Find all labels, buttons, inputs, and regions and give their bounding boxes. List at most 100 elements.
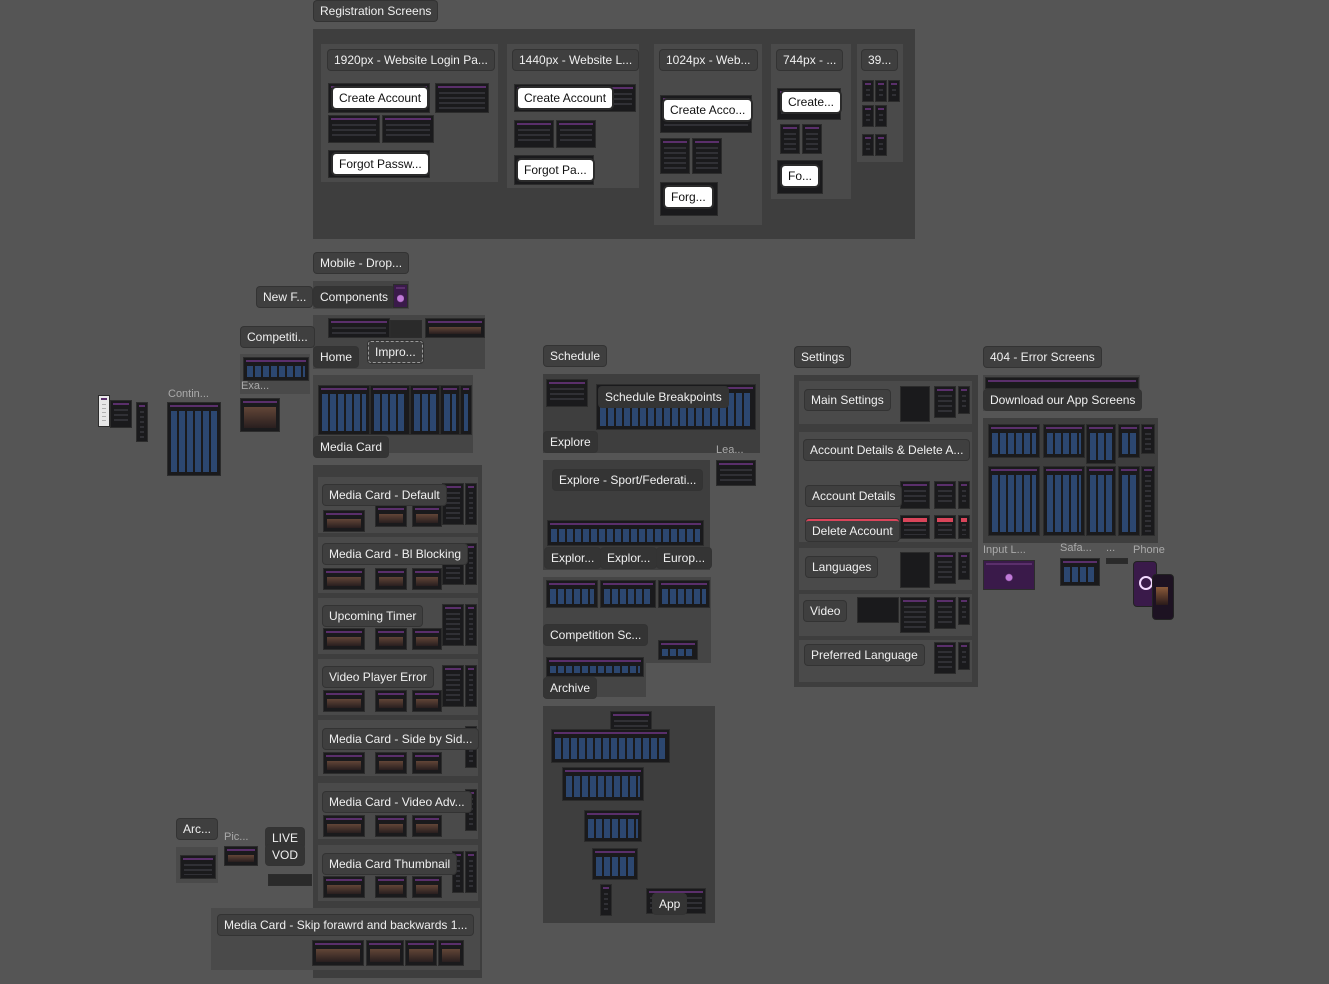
frame-title-744[interactable]: 744px - ... — [777, 50, 843, 70]
video-player-error-label[interactable]: Video Player Error — [323, 667, 433, 687]
download-app-label[interactable]: Download our App Screens — [984, 390, 1142, 410]
thumb — [1086, 424, 1116, 464]
thumb — [934, 597, 956, 629]
thumb — [660, 138, 690, 174]
frame-title-1920[interactable]: 1920px - Website Login Pa... — [328, 50, 494, 70]
thumb — [328, 318, 390, 338]
video-label[interactable]: Video — [804, 601, 847, 621]
create-account-button[interactable]: Create... — [782, 92, 841, 112]
thumb — [1141, 424, 1155, 454]
thumb — [465, 851, 477, 893]
section-title-schedule[interactable]: Schedule — [544, 346, 607, 366]
frame-title-1440[interactable]: 1440px - Website L... — [513, 50, 639, 70]
thumb — [375, 568, 407, 590]
thumb — [988, 424, 1040, 458]
section-title-components[interactable]: Components — [314, 287, 395, 307]
thumb — [934, 386, 956, 418]
thumb — [460, 385, 472, 435]
main-settings-label[interactable]: Main Settings — [805, 390, 890, 410]
forgot-password-button[interactable]: Forgot Passw... — [333, 154, 428, 174]
label-input: Input L... — [983, 544, 1026, 556]
thumb — [465, 604, 477, 646]
thumb — [1043, 424, 1085, 458]
label-lea: Lea... — [716, 444, 744, 456]
frame-title-1024[interactable]: 1024px - Web... — [660, 50, 757, 70]
section-title-mobile-drop[interactable]: Mobile - Drop... — [314, 253, 409, 273]
section-title-home[interactable]: Home — [314, 347, 359, 367]
account-details-label[interactable]: Account Details — [806, 486, 902, 506]
thumb — [958, 386, 970, 414]
thumb — [390, 320, 422, 338]
section-title-media-card[interactable]: Media Card — [314, 437, 389, 457]
delete-account-label[interactable]: Delete Account — [806, 519, 899, 541]
thumb — [857, 597, 899, 623]
thumb — [435, 83, 489, 113]
create-account-button[interactable]: Create Account — [518, 88, 613, 108]
competition-schedule-label[interactable]: Competition Sc... — [544, 625, 648, 645]
app-label[interactable]: App — [653, 894, 687, 914]
thumb — [1118, 466, 1140, 536]
thumb — [658, 640, 698, 660]
explore-label-2[interactable]: Explor... — [601, 548, 657, 568]
preferred-language-label[interactable]: Preferred Language — [805, 645, 924, 665]
section-title-impro[interactable]: Impro... — [368, 341, 423, 363]
thumb — [546, 657, 644, 677]
explore-label[interactable]: Explore — [544, 432, 597, 452]
thumb — [440, 385, 460, 435]
thumb — [934, 642, 956, 674]
thumb — [556, 120, 596, 148]
thumb — [1043, 466, 1085, 536]
section-title-new-f[interactable]: New F... — [257, 287, 313, 307]
thumb — [370, 385, 410, 435]
thumb — [412, 690, 442, 712]
thumb — [780, 124, 800, 154]
thumb — [323, 510, 365, 532]
thumb — [382, 115, 434, 143]
create-account-button[interactable]: Create Acco... — [664, 100, 752, 120]
thumb — [546, 379, 588, 407]
section-title-errors[interactable]: 404 - Error Screens — [984, 347, 1101, 367]
create-account-button[interactable]: Create Account — [333, 88, 428, 108]
frame-title-390[interactable]: 39... — [862, 50, 898, 70]
media-card-default-label[interactable]: Media Card - Default — [323, 485, 446, 505]
thumb — [600, 580, 656, 608]
media-card-skip-label[interactable]: Media Card - Skip forawrd and backwards … — [218, 915, 474, 935]
thumb — [410, 385, 440, 435]
archive-label[interactable]: Archive — [544, 678, 597, 698]
thumb — [600, 884, 612, 916]
thumb — [958, 481, 970, 509]
thumb — [375, 876, 407, 898]
forgot-password-button[interactable]: Fo... — [782, 166, 819, 186]
thumb — [900, 552, 930, 588]
media-card-video-adv-label[interactable]: Media Card - Video Adv... — [323, 792, 471, 812]
explore-sport-label[interactable]: Explore - Sport/Federati... — [553, 470, 703, 490]
europe-label[interactable]: Europ... — [657, 548, 712, 568]
section-title-arc[interactable]: Arc... — [177, 819, 218, 839]
thumb — [658, 580, 710, 608]
thumb — [958, 597, 970, 625]
media-card-thumbnail-label[interactable]: Media Card Thumbnail — [323, 854, 457, 874]
section-title-competiti[interactable]: Competiti... — [241, 327, 314, 347]
thumb — [323, 815, 365, 837]
media-card-side-by-side-label[interactable]: Media Card - Side by Sid... — [323, 729, 479, 749]
section-title-settings[interactable]: Settings — [795, 347, 851, 367]
account-details-delete-label[interactable]: Account Details & Delete A... — [804, 440, 970, 460]
thumb — [243, 357, 309, 381]
media-card-blocking-label[interactable]: Media Card - Bl Blocking — [323, 544, 468, 564]
schedule-breakpoints-label[interactable]: Schedule Breakpoints — [599, 387, 728, 407]
thumb — [412, 505, 442, 527]
explore-label-1[interactable]: Explor... — [545, 548, 601, 568]
thumb — [862, 80, 874, 102]
thumb — [323, 568, 365, 590]
forgot-password-button[interactable]: Forgot Pa... — [518, 160, 593, 180]
thumb — [412, 628, 442, 650]
upcoming-timer-label[interactable]: Upcoming Timer — [323, 606, 423, 626]
languages-label[interactable]: Languages — [806, 557, 878, 577]
thumb — [562, 767, 644, 801]
thumb — [1060, 558, 1100, 586]
forgot-password-button[interactable]: Forg... — [665, 187, 712, 207]
vod-tag[interactable]: VOD — [266, 845, 305, 865]
section-title-registration[interactable]: Registration Screens — [314, 1, 438, 21]
thumb — [592, 848, 638, 880]
thumb — [136, 402, 148, 442]
